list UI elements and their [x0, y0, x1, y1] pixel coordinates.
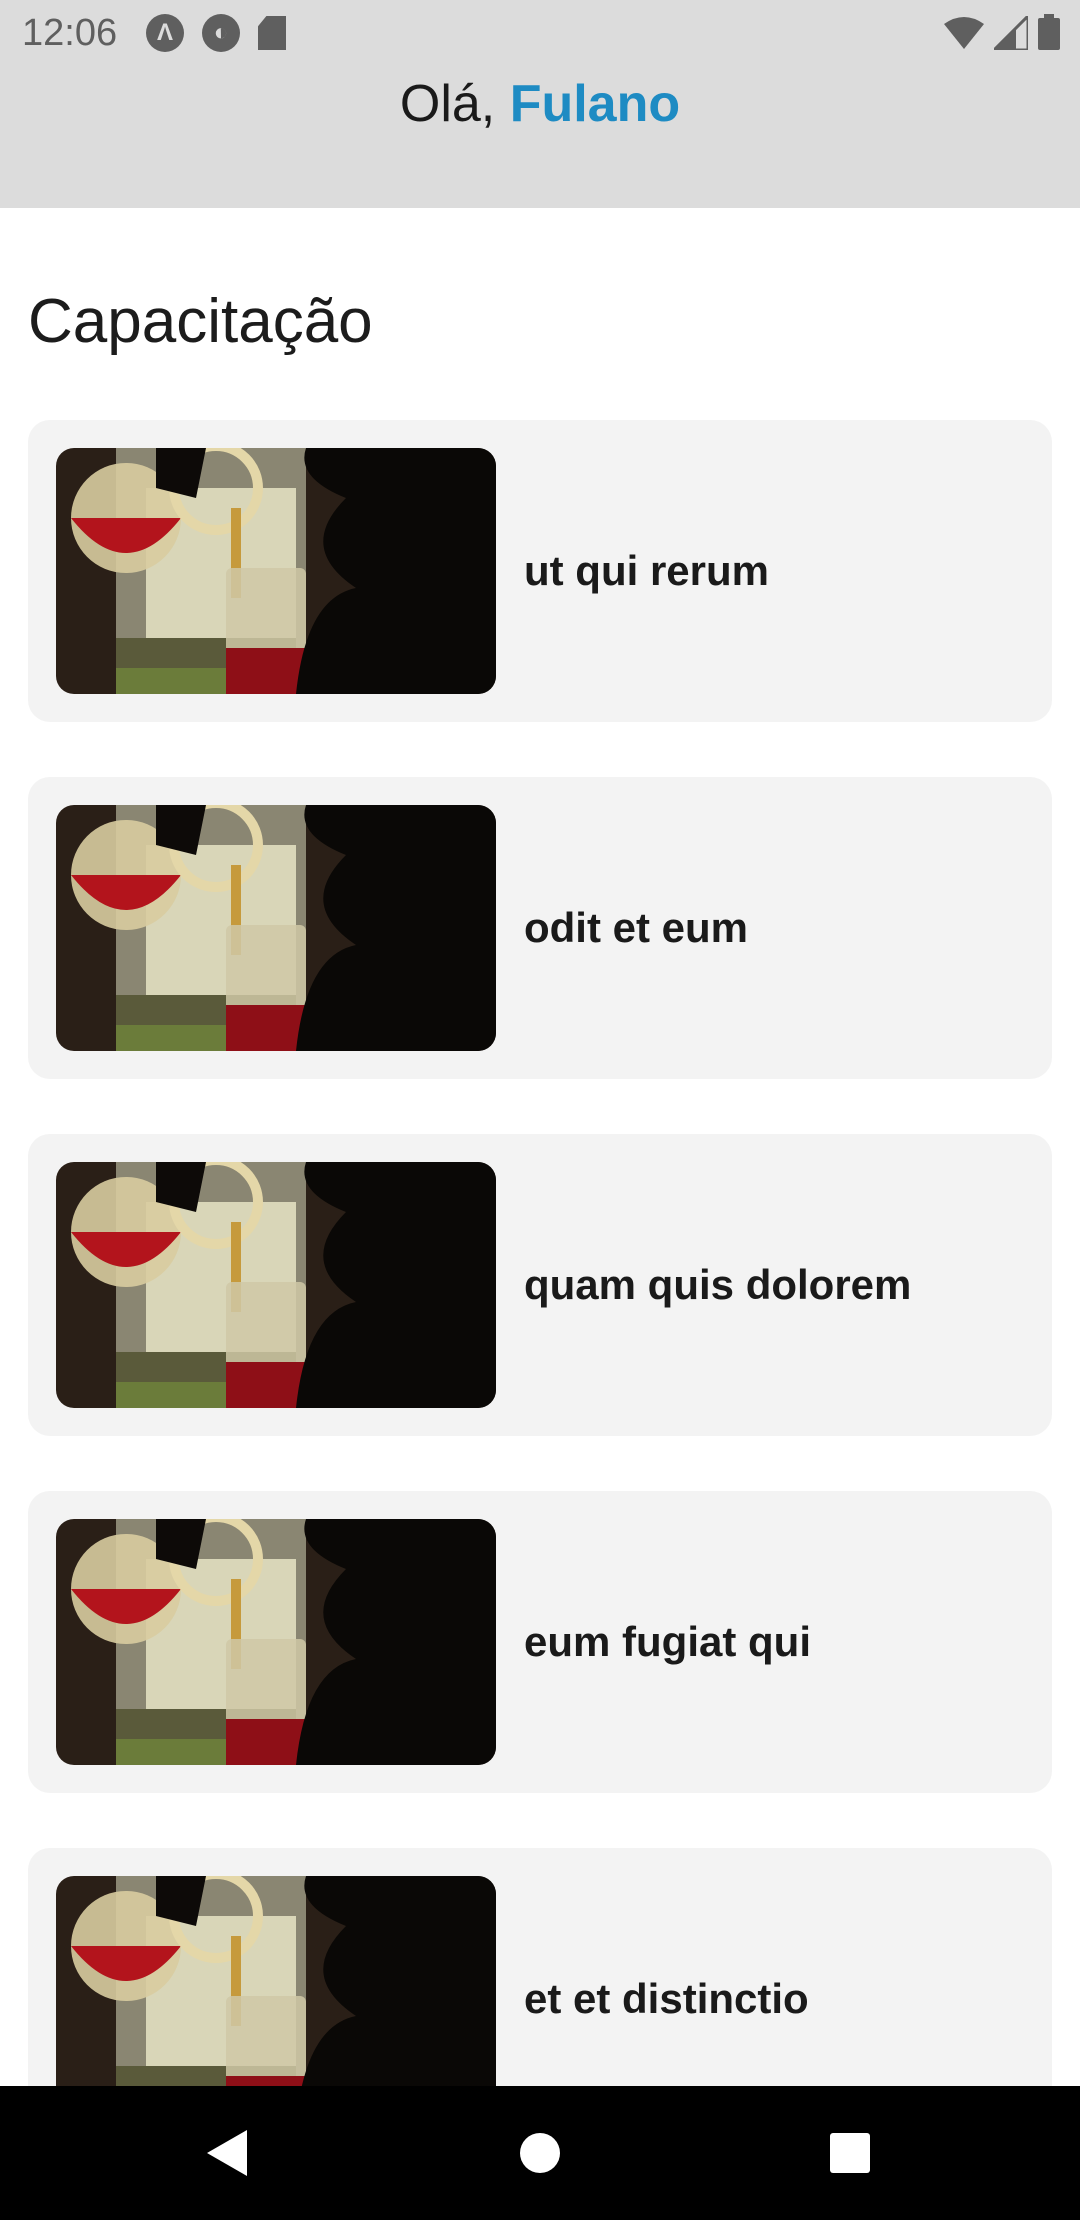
navigation-bar: [0, 2086, 1080, 2220]
status-time: 12:06: [22, 12, 118, 54]
sd-card-icon: [258, 16, 286, 50]
course-title: quam quis dolorem: [524, 1261, 912, 1308]
status-notification-icons: Λ ◐: [146, 14, 286, 52]
app-header: 12:06 Λ ◐ Olá, Fulano: [0, 0, 1080, 208]
course-card[interactable]: ut qui rerum: [28, 420, 1052, 722]
section-title: Capacitação: [28, 287, 373, 356]
user-name: Fulano: [509, 75, 681, 133]
course-thumbnail: [56, 805, 496, 1051]
recents-icon: [830, 2133, 870, 2173]
greeting-prefix: Olá,: [399, 75, 510, 133]
course-title: eum fugiat qui: [524, 1618, 811, 1665]
home-button[interactable]: [480, 2086, 600, 2220]
app-notification-icon: Λ: [146, 14, 184, 52]
course-card[interactable]: eum fugiat qui: [28, 1491, 1052, 1793]
course-title: odit et eum: [524, 904, 749, 951]
course-thumbnail: [56, 1519, 496, 1765]
greeting-title: Olá, Fulano: [0, 74, 1080, 134]
home-icon: [520, 2133, 560, 2173]
wifi-icon: [944, 17, 984, 49]
course-thumbnail: [56, 448, 496, 694]
course-thumbnail: [56, 1162, 496, 1408]
course-card[interactable]: quam quis dolorem: [28, 1134, 1052, 1436]
back-icon: [207, 2130, 247, 2176]
app-notification-icon-2: ◐: [202, 14, 240, 52]
recents-button[interactable]: [790, 2086, 910, 2220]
course-title: ut qui rerum: [524, 547, 770, 594]
status-system-icons: [944, 14, 1060, 50]
battery-icon: [1038, 14, 1060, 50]
back-button[interactable]: [166, 2086, 286, 2220]
signal-icon: [994, 16, 1028, 50]
status-bar: 12:06 Λ ◐: [0, 0, 1080, 66]
course-card[interactable]: odit et eum: [28, 777, 1052, 1079]
